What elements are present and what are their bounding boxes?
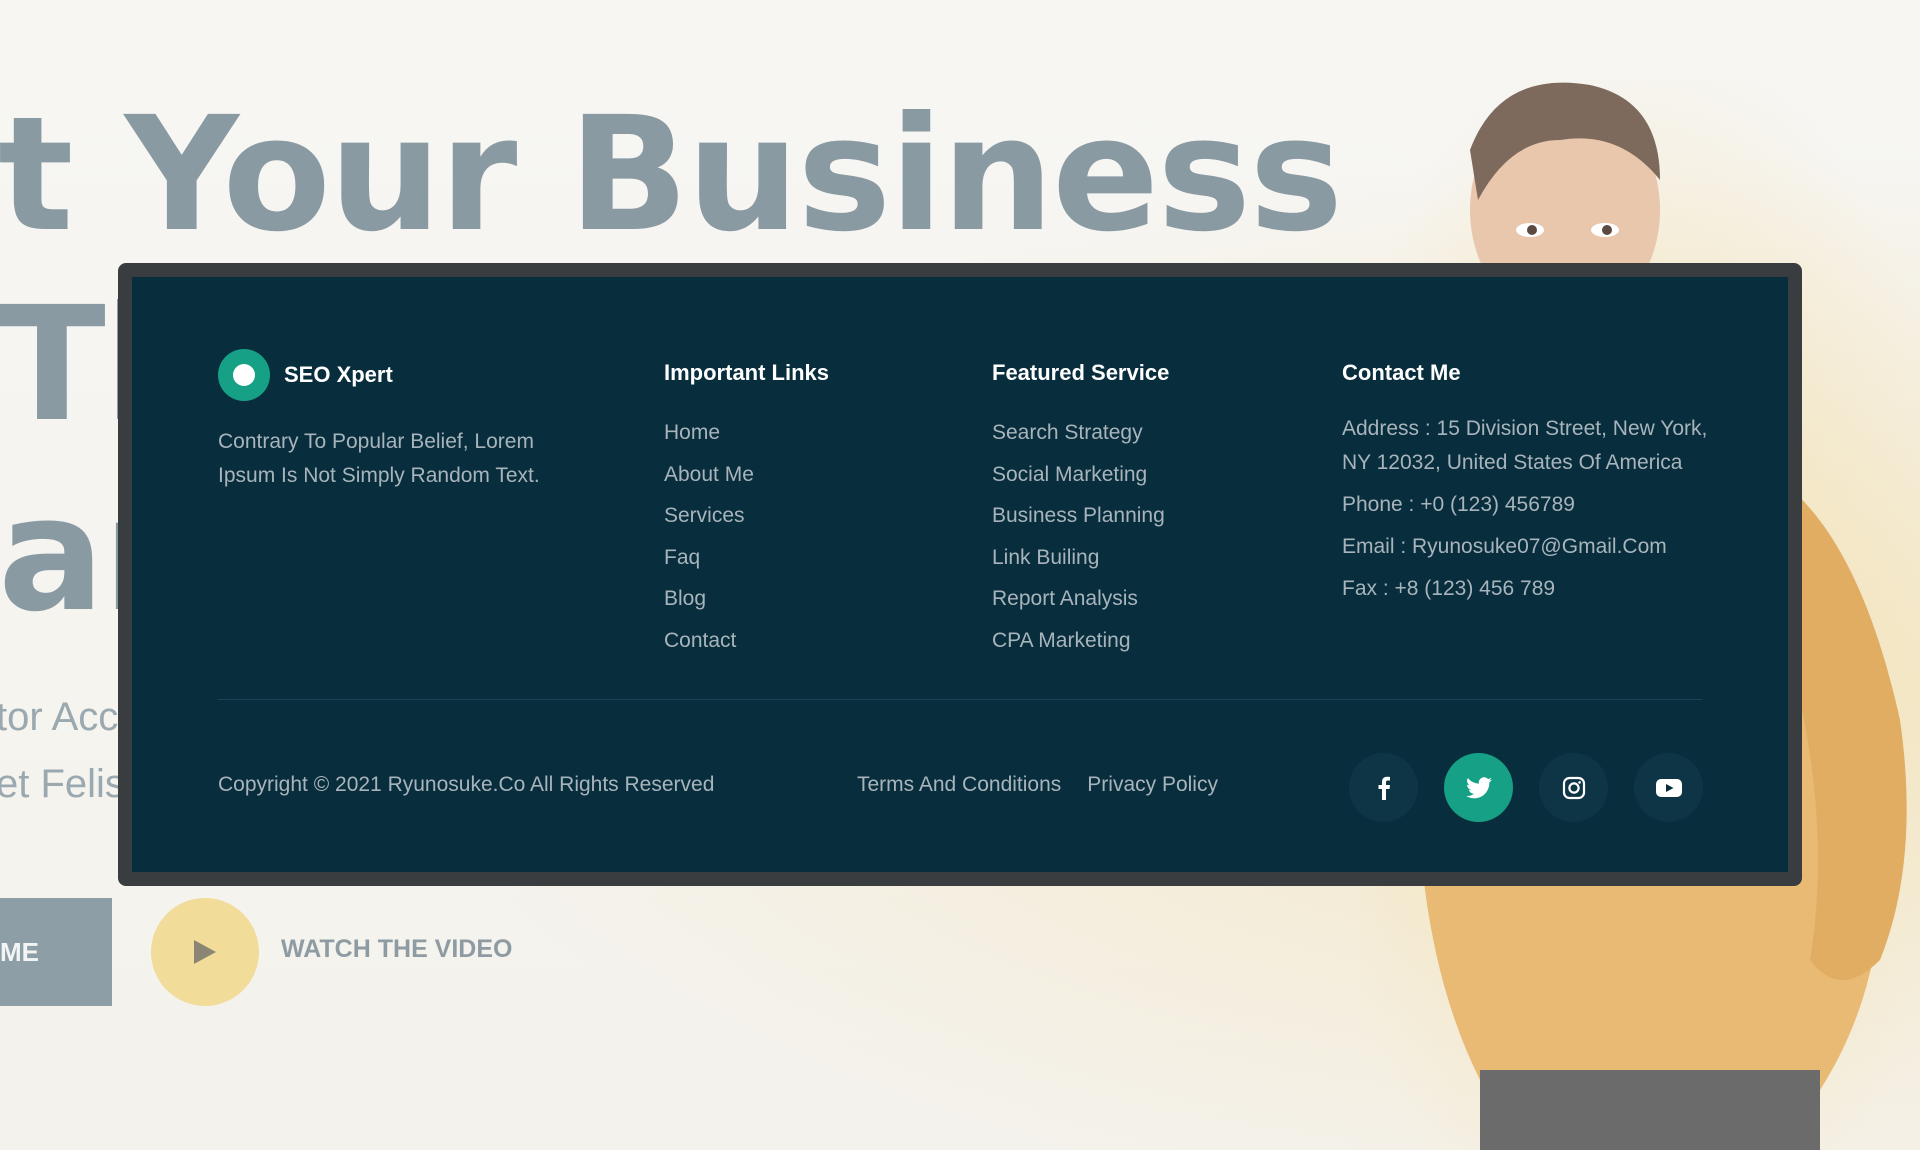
- footer-about-text: Contrary To Popular Belief, Lorem Ipsum …: [218, 430, 540, 487]
- legal-links: Terms And Conditions Privacy Policy: [857, 773, 1218, 797]
- brand-name: SEO Xpert: [284, 362, 393, 387]
- service-link-business-planning[interactable]: Business Planning: [992, 495, 1169, 537]
- facebook-icon: [1378, 776, 1390, 800]
- service-link-cpa-marketing[interactable]: CPA Marketing: [992, 620, 1169, 662]
- twitter-button[interactable]: [1444, 753, 1513, 822]
- service-link-link-building[interactable]: Link Builing: [992, 537, 1169, 579]
- footer-link-services[interactable]: Services: [664, 495, 829, 537]
- hero-cta-label: ME: [0, 936, 39, 967]
- social-links: [1349, 753, 1703, 822]
- footer-divider: [218, 699, 1702, 700]
- brand-logo-icon: [218, 349, 270, 401]
- twitter-icon: [1465, 776, 1492, 798]
- facebook-button[interactable]: [1349, 753, 1418, 822]
- hero-headline-line1: t Your Business: [0, 83, 1343, 267]
- footer-link-blog[interactable]: Blog: [664, 578, 829, 620]
- service-link-search-strategy[interactable]: Search Strategy: [992, 412, 1169, 454]
- youtube-button[interactable]: [1634, 753, 1703, 822]
- watch-video-label[interactable]: WATCH THE VIDEO: [281, 935, 512, 964]
- footer-link-faq[interactable]: Faq: [664, 537, 829, 579]
- contact-address: Address : 15 Division Street, New York, …: [1342, 417, 1708, 474]
- privacy-link[interactable]: Privacy Policy: [1087, 773, 1218, 797]
- play-video-button[interactable]: [151, 898, 259, 1006]
- footer-link-contact[interactable]: Contact: [664, 620, 829, 662]
- hero-subtext-line2: et Felis: [0, 762, 125, 806]
- terms-link[interactable]: Terms And Conditions: [857, 773, 1061, 797]
- instagram-icon: [1562, 776, 1585, 799]
- youtube-icon: [1655, 778, 1682, 797]
- contact-title: Contact Me: [1342, 360, 1461, 385]
- footer-link-home[interactable]: Home: [664, 412, 829, 454]
- service-link-social-marketing[interactable]: Social Marketing: [992, 454, 1169, 496]
- important-links-column: Important Links Home About Me Services F…: [664, 360, 829, 661]
- contact-email: Email : Ryunosuke07@Gmail.Com: [1342, 535, 1667, 558]
- service-link-report-analysis[interactable]: Report Analysis: [992, 578, 1169, 620]
- instagram-button[interactable]: [1539, 753, 1608, 822]
- copyright-text: Copyright © 2021 Ryunosuke.Co All Rights…: [218, 773, 715, 796]
- footer-brand[interactable]: SEO Xpert: [218, 349, 393, 401]
- important-links-title: Important Links: [664, 360, 830, 385]
- footer-link-about[interactable]: About Me: [664, 454, 829, 496]
- contact-phone: Phone : +0 (123) 456789: [1342, 493, 1575, 516]
- featured-service-title: Featured Service: [992, 360, 1170, 385]
- contact-fax: Fax : +8 (123) 456 789: [1342, 577, 1556, 600]
- play-icon: [194, 940, 216, 964]
- contact-column: Contact Me Address : 15 Division Street,…: [1342, 360, 1722, 614]
- hero-cta-button[interactable]: ME: [0, 898, 112, 1006]
- featured-service-column: Featured Service Search Strategy Social …: [992, 360, 1169, 661]
- site-footer: SEO Xpert Contrary To Popular Belief, Lo…: [132, 277, 1788, 872]
